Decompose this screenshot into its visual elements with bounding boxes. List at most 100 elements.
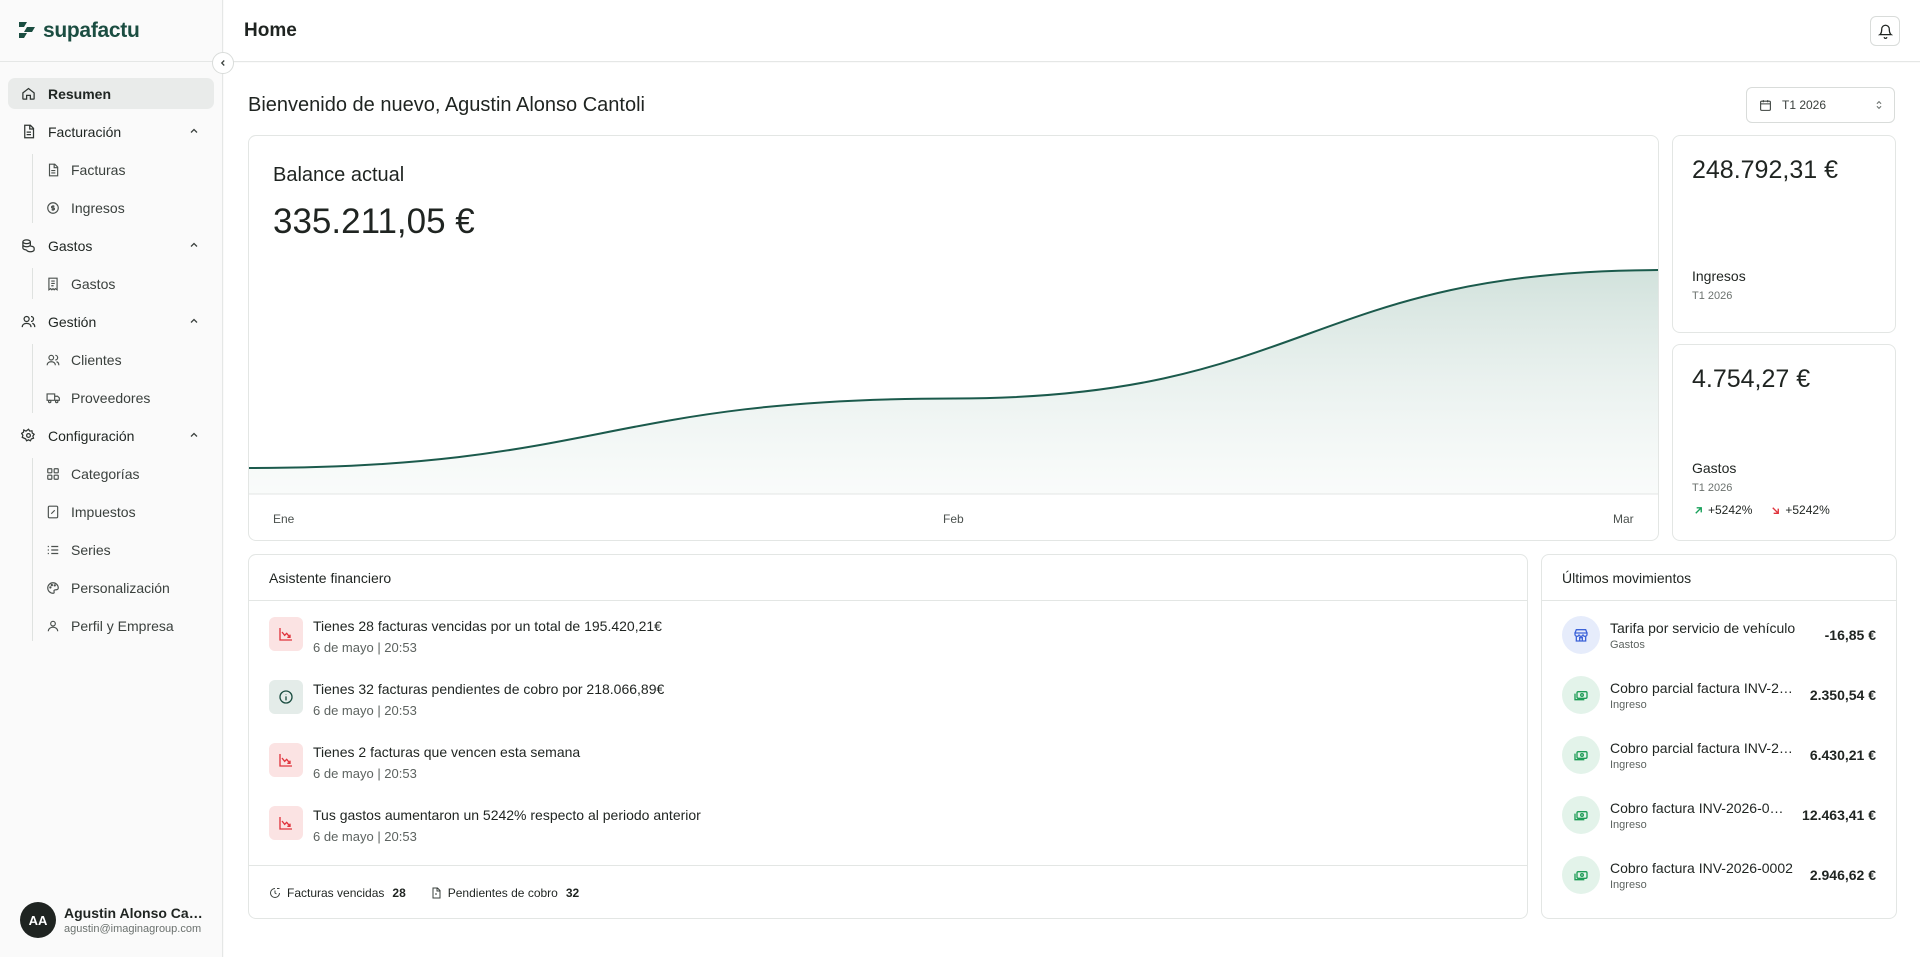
tip-time: 6 de mayo | 20:53 [313,766,417,781]
sidebar-item-impuestos[interactable]: Impuestos [45,496,214,527]
assistant-tip[interactable]: Tienes 32 facturas pendientes de cobro p… [269,680,664,718]
sidebar-item-gastos-group[interactable]: Gastos [8,230,214,261]
movement-title: Tarifa por servicio de vehículo [1610,619,1796,636]
chart-down-icon [269,617,303,651]
chevron-up-icon[interactable] [188,315,200,327]
avatar: AA [20,902,56,938]
income-label: Ingresos [1692,268,1746,284]
sidebar-item-ingresos[interactable]: Ingresos [45,192,214,223]
sidebar-item-facturas[interactable]: Facturas [45,154,214,185]
tip-time: 6 de mayo | 20:53 [313,829,417,844]
sidebar-group-gastos: Gastos [32,268,214,299]
sidebar-item-label: Perfil y Empresa [71,617,174,634]
user-email: agustin@imaginagroup.com [64,923,202,935]
pending-label: Pendientes de cobro [447,885,558,900]
sidebar-item-gestion[interactable]: Gestión [8,306,214,337]
balance-chart [249,269,1658,495]
sidebar-item-proveedores[interactable]: Proveedores [45,382,214,413]
movements-title: Últimos movimientos [1542,555,1896,601]
brand[interactable]: supafactu [0,0,222,62]
movement-category: Ingreso [1610,878,1647,891]
brand-name: supafactu [43,18,140,42]
expenses-value: 4.754,27 € [1692,365,1811,393]
sidebar-group-gestion: Clientes Proveedores [32,344,214,413]
expenses-trend: +5242% +5242% [1693,503,1830,517]
pending-summary[interactable]: Pendientes de cobro 32 [430,886,579,900]
sidebar-item-resumen[interactable]: Resumen [8,78,214,109]
file-icon [20,124,36,140]
movement-category: Ingreso [1610,818,1647,831]
sidebar-item-categorias[interactable]: Categorías [45,458,214,489]
sidebar-item-perfil-empresa[interactable]: Perfil y Empresa [45,610,214,641]
movement-category: Gastos [1610,638,1645,651]
truck-icon [45,390,61,406]
user-name: Agustin Alonso Cantoli [64,905,206,921]
tip-time: 6 de mayo | 20:53 [313,640,417,655]
financial-assistant-card: Asistente financiero Tienes 28 facturas … [248,554,1528,919]
x-tick-label: Ene [273,512,295,526]
sidebar-item-label: Configuración [48,427,135,444]
movement-row[interactable]: Cobro parcial factura INV-2026 Ingreso 2… [1562,674,1876,716]
chevron-up-icon[interactable] [188,429,200,441]
main-content: Bienvenido de nuevo, Agustin Alonso Cant… [224,63,1920,957]
sidebar-item-personalizacion[interactable]: Personalización [45,572,214,603]
movement-category: Ingreso [1610,698,1647,711]
coin-icon [45,200,61,216]
sidebar-group-configuracion: Categorías Impuestos Series Personalizac… [32,458,214,641]
sidebar-item-label: Proveedores [71,389,151,406]
chevron-up-icon[interactable] [188,239,200,251]
movement-title: Cobro parcial factura INV-2026 [1610,739,1798,756]
receipt-icon [45,276,61,292]
sidebar-collapse-button[interactable] [212,52,234,74]
assistant-tip[interactable]: Tienes 2 facturas que vencen esta semana… [269,743,580,781]
movement-amount: 12.463,41 € [1802,807,1876,823]
info-icon [269,680,303,714]
assistant-tip[interactable]: Tienes 28 facturas vencidas por un total… [269,617,662,655]
brand-logo-icon [19,21,35,38]
sidebar-item-facturacion[interactable]: Facturación [8,116,214,147]
sidebar-item-clientes[interactable]: Clientes [45,344,214,375]
sidebar: supafactu Resumen Facturación Facturas I… [0,0,223,957]
assistant-tip[interactable]: Tus gastos aumentaron un 5242% respecto … [269,806,701,844]
period-select[interactable]: T1 2026 [1746,87,1895,123]
movement-amount: -16,85 € [1824,627,1876,643]
movement-row[interactable]: Cobro factura INV-2026-0002 Ingreso 2.94… [1562,854,1876,896]
calendar-icon [1760,99,1771,111]
movement-row[interactable]: Cobro factura INV-2026-0001 Ingreso 12.4… [1562,794,1876,836]
overdue-summary[interactable]: Facturas vencidas 28 [269,886,406,900]
sidebar-item-series[interactable]: Series [45,534,214,565]
notifications-button[interactable] [1870,16,1900,46]
banknote-icon [1562,796,1600,834]
movement-row[interactable]: Tarifa por servicio de vehículo Gastos -… [1562,614,1876,656]
receipt-tax-icon [45,504,61,520]
sidebar-group-facturacion: Facturas Ingresos [32,154,214,223]
x-tick-label: Mar [1613,512,1634,526]
tip-text: Tienes 28 facturas vencidas por un total… [313,618,662,634]
income-value: 248.792,31 € [1692,156,1838,184]
sidebar-item-label: Clientes [71,351,122,368]
sidebar-item-gastos[interactable]: Gastos [45,268,214,299]
tip-text: Tienes 2 facturas que vencen esta semana [313,744,581,760]
palette-icon [45,580,61,596]
banknote-icon [1562,736,1600,774]
tip-time: 6 de mayo | 20:53 [313,703,417,718]
sidebar-item-configuracion[interactable]: Configuración [8,420,214,451]
chart-down-icon [269,743,303,777]
balance-card: Balance actual 335.211,05 € Ene Feb Mar [248,135,1659,541]
bell-icon [1877,24,1893,39]
trend-down-value: +5242% [1785,503,1830,517]
user-icon [45,618,61,634]
coins-icon [20,238,36,254]
user-profile[interactable]: AA Agustin Alonso Cantoli agustin@imagin… [20,902,206,938]
store-icon [1562,616,1600,654]
movement-amount: 2.350,54 € [1809,687,1876,703]
chart-area [249,270,1658,494]
sidebar-item-label: Ingresos [71,199,125,216]
chevron-up-icon[interactable] [188,125,200,137]
movement-title: Cobro factura INV-2026-0002 [1610,859,1793,876]
movement-row[interactable]: Cobro parcial factura INV-2026 Ingreso 6… [1562,734,1876,776]
assistant-footer: Facturas vencidas 28 Pendientes de cobro… [249,865,1527,919]
sidebar-item-label: Facturas [71,161,126,178]
banknote-icon [1562,856,1600,894]
pending-count: 32 [565,885,580,900]
